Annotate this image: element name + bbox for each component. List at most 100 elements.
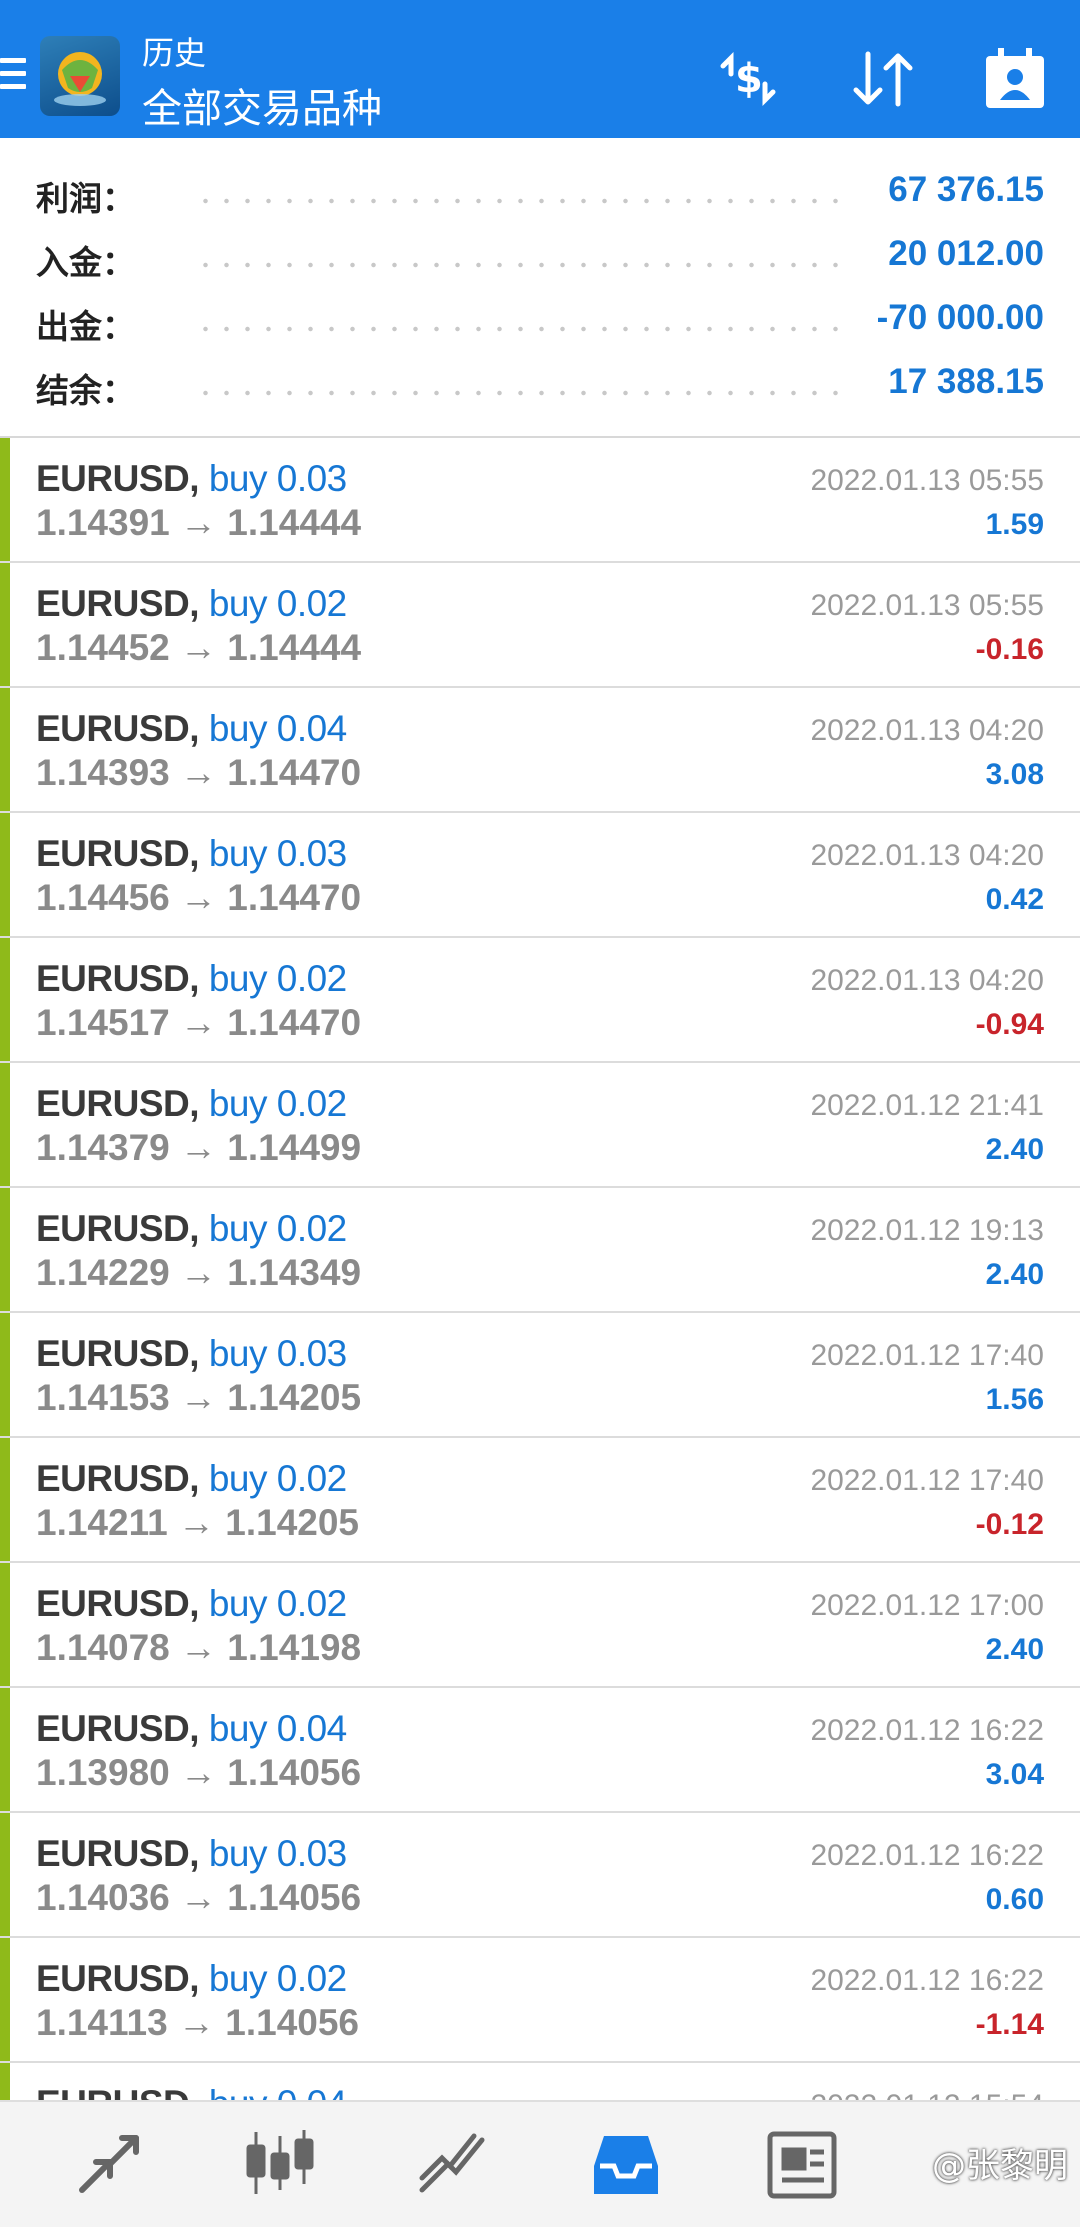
deal-profit: -0.16: [975, 633, 1044, 666]
svg-text:$: $: [735, 56, 763, 102]
deal-instrument: EURUSD,: [36, 1833, 200, 1874]
sort-icon[interactable]: [848, 44, 918, 114]
buy-indicator-bar: [0, 1063, 10, 1186]
deal-profit: 0.60: [985, 1883, 1044, 1916]
deal-side-volume: buy 0.02: [208, 1583, 347, 1624]
deal-profit: 2.40: [985, 1133, 1044, 1166]
summary-row-balance: 结余： 17 388.15: [0, 356, 1080, 420]
deal-time: 2022.01.12 17:00: [810, 1589, 1044, 1622]
deal-instrument: EURUSD,: [36, 1333, 200, 1374]
buy-indicator-bar: [0, 938, 10, 1061]
deal-instrument: EURUSD,: [36, 1458, 200, 1499]
deal-prices: 1.14452 → 1.14444: [36, 627, 362, 668]
deal-side-volume: buy 0.03: [208, 1333, 347, 1374]
deal-time: 2022.01.13 04:20: [810, 964, 1044, 997]
chart-icon[interactable]: [240, 2124, 320, 2204]
app-logo: [40, 36, 120, 116]
dotted-leader: [195, 326, 850, 332]
deal-profit: 3.08: [985, 758, 1044, 791]
deal-instrument: EURUSD,: [36, 1083, 200, 1124]
deal-side-volume: buy 0.04: [208, 1708, 347, 1749]
deal-prices: 1.14456 → 1.14470: [36, 877, 362, 918]
header-subtitle: 历史: [142, 34, 207, 72]
buy-indicator-bar: [0, 813, 10, 936]
summary-value: -70 000.00: [876, 298, 1044, 337]
deal-row[interactable]: EURUSD, buy 0.03 1.14036 → 1.14056 2022.01…: [0, 1813, 1080, 1938]
summary-label: 利润：: [36, 179, 135, 218]
summary-row-profit: 利润： 67 376.15: [0, 164, 1080, 228]
deal-profit: -1.14: [975, 2008, 1044, 2041]
deal-prices: 1.14113 → 1.14056: [36, 2002, 360, 2043]
deal-side-volume: buy 0.02: [208, 1083, 347, 1124]
deal-prices: 1.14211 → 1.14205: [36, 1502, 360, 1543]
calendar-icon[interactable]: [980, 44, 1050, 114]
deal-symbol: EURUSD, buy 0.04: [36, 708, 347, 750]
deal-instrument: EURUSD,: [36, 583, 200, 624]
deal-profit: -0.94: [975, 1008, 1044, 1041]
deal-row[interactable]: EURUSD, buy 0.02 1.14211 → 1.14205 2022.01…: [0, 1438, 1080, 1563]
deal-profit: 2.40: [985, 1258, 1044, 1291]
deal-row[interactable]: EURUSD, buy 0.02 1.14078 → 1.14198 2022.01…: [0, 1563, 1080, 1688]
deal-row[interactable]: EURUSD, buy 0.03 1.14456 → 1.14470 2022.01…: [0, 813, 1080, 938]
deal-instrument: EURUSD,: [36, 1208, 200, 1249]
deal-symbol: EURUSD, buy 0.04: [36, 2083, 347, 2100]
buy-indicator-bar: [0, 1813, 10, 1936]
deal-time: 2022.01.12 16:22: [810, 1964, 1044, 1997]
deal-symbol: EURUSD, buy 0.03: [36, 1333, 347, 1375]
deal-prices: 1.14517 → 1.14470: [36, 1002, 362, 1043]
deal-row[interactable]: EURUSD, buy 0.02 1.14379 → 1.14499 2022.01…: [0, 1063, 1080, 1188]
deal-instrument: EURUSD,: [36, 2083, 200, 2100]
quotes-icon[interactable]: [70, 2124, 150, 2204]
deal-side-volume: buy 0.02: [208, 1458, 347, 1499]
news-icon[interactable]: [762, 2124, 842, 2204]
deal-profit: 2.40: [985, 1633, 1044, 1666]
deal-instrument: EURUSD,: [36, 1958, 200, 1999]
history-icon[interactable]: [586, 2124, 666, 2204]
deal-instrument: EURUSD,: [36, 708, 200, 749]
deal-prices: 1.14036 → 1.14056: [36, 1877, 362, 1918]
trade-icon[interactable]: [412, 2124, 492, 2204]
header-title[interactable]: 全部交易品种: [142, 76, 382, 134]
deal-row[interactable]: EURUSD, buy 0.03 1.14391 → 1.14444 2022.01…: [0, 438, 1080, 563]
dotted-leader: [195, 198, 850, 204]
deal-row[interactable]: EURUSD, buy 0.02 1.14229 → 1.14349 2022.01…: [0, 1188, 1080, 1313]
summary-row-withdrawal: 出金： -70 000.00: [0, 292, 1080, 356]
deal-instrument: EURUSD,: [36, 833, 200, 874]
deal-symbol: EURUSD, buy 0.03: [36, 833, 347, 875]
deal-prices: 1.14229 → 1.14349: [36, 1252, 362, 1293]
summary-label: 出金：: [36, 307, 135, 346]
menu-icon[interactable]: [0, 58, 26, 94]
deal-row[interactable]: EURUSD, buy 0.03 1.14153 → 1.14205 2022.01…: [0, 1313, 1080, 1438]
deal-instrument: EURUSD,: [36, 1708, 200, 1749]
deal-side-volume: buy 0.04: [208, 708, 347, 749]
deals-list[interactable]: EURUSD, buy 0.03 1.14391 → 1.14444 2022.01…: [0, 438, 1080, 2100]
deal-side-volume: buy 0.02: [208, 1958, 347, 1999]
deal-row[interactable]: EURUSD, buy 0.02 1.14517 → 1.14470 2022.01…: [0, 938, 1080, 1063]
summary-label: 结余：: [36, 371, 135, 410]
deal-symbol: EURUSD, buy 0.02: [36, 958, 347, 1000]
deal-time: 2022.01.12 17:40: [810, 1464, 1044, 1497]
deal-row[interactable]: EURUSD, buy 0.02 1.14113 → 1.14056 2022.01…: [0, 1938, 1080, 2063]
summary-row-deposit: 入金： 20 012.00: [0, 228, 1080, 292]
deal-row[interactable]: EURUSD, buy 0.04 1.14393 → 1.14470 2022.01…: [0, 688, 1080, 813]
currency-exchange-icon[interactable]: $: [713, 44, 783, 114]
deal-row[interactable]: EURUSD, buy 0.04 1.13980 → 1.14056 2022.01…: [0, 1688, 1080, 1813]
summary-panel: 利润： 67 376.15 入金： 20 012.00 出金： -70 000.…: [0, 138, 1080, 436]
deal-side-volume: buy 0.03: [208, 458, 347, 499]
deal-row[interactable]: EURUSD, buy 0.02 1.14452 → 1.14444 2022.01…: [0, 563, 1080, 688]
deal-prices: 1.14393 → 1.14470: [36, 752, 362, 793]
deal-time: 2022.01.12 17:40: [810, 1339, 1044, 1372]
deal-row[interactable]: EURUSD, buy 0.04 2022.01.12 15:54: [0, 2063, 1080, 2100]
deal-symbol: EURUSD, buy 0.02: [36, 1958, 347, 2000]
deal-time: 2022.01.12 16:22: [810, 1839, 1044, 1872]
summary-label: 入金：: [36, 243, 135, 282]
deal-symbol: EURUSD, buy 0.03: [36, 1833, 347, 1875]
deal-prices: 1.14078 → 1.14198: [36, 1627, 362, 1668]
deal-side-volume: buy 0.02: [208, 958, 347, 999]
buy-indicator-bar: [0, 1438, 10, 1561]
deal-side-volume: buy 0.04: [209, 2083, 347, 2100]
deal-side-volume: buy 0.03: [208, 833, 347, 874]
deal-profit: 1.59: [985, 508, 1044, 541]
bottom-nav: @张黎明: [0, 2100, 1080, 2227]
deal-profit: 1.56: [985, 1383, 1044, 1416]
